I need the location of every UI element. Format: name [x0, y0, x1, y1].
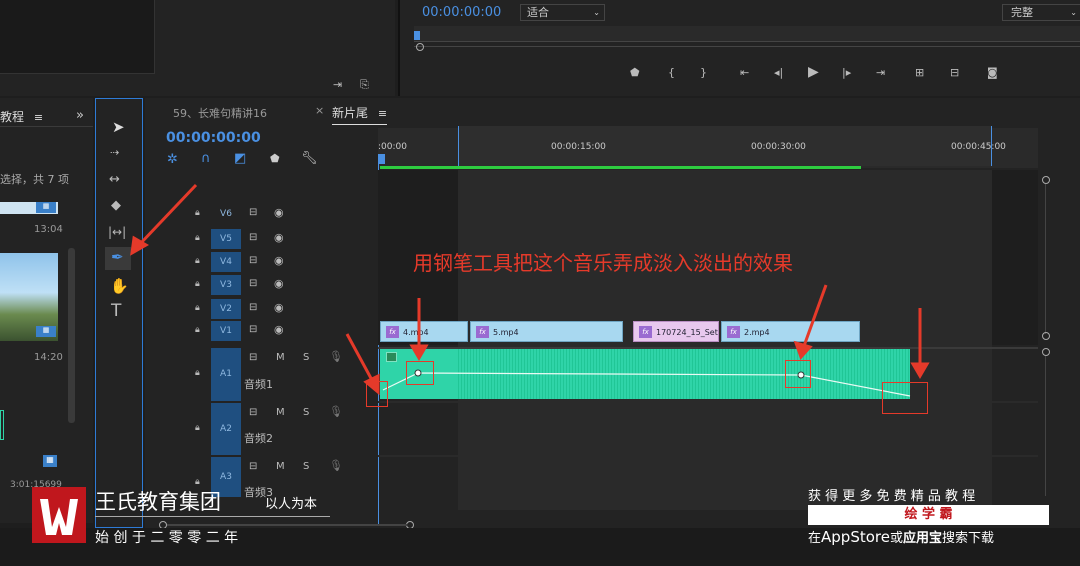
company-name: 王氏教育集团	[95, 490, 221, 514]
promo-line1: 获 得 更 多 免 费 精 品 教 程	[808, 489, 976, 504]
logo-w-icon	[40, 499, 78, 535]
promo-text: AppStore	[821, 528, 890, 546]
promo-text: 在	[808, 531, 822, 546]
divider	[95, 516, 330, 517]
promo-text: 或	[889, 531, 903, 546]
company-logo	[32, 487, 86, 543]
promo-text: 搜索下载	[942, 531, 995, 546]
promo-brand: 绘 学 霸	[808, 505, 1049, 525]
company-motto: 以人为本	[265, 497, 318, 512]
promo-line3: 在AppStore或应用宝搜索下载	[808, 527, 994, 546]
promo-text: 应用宝	[902, 531, 942, 546]
annotation-arrows	[130, 183, 930, 396]
founded-text: 始 创 于 二 零 零 二 年	[95, 530, 239, 546]
